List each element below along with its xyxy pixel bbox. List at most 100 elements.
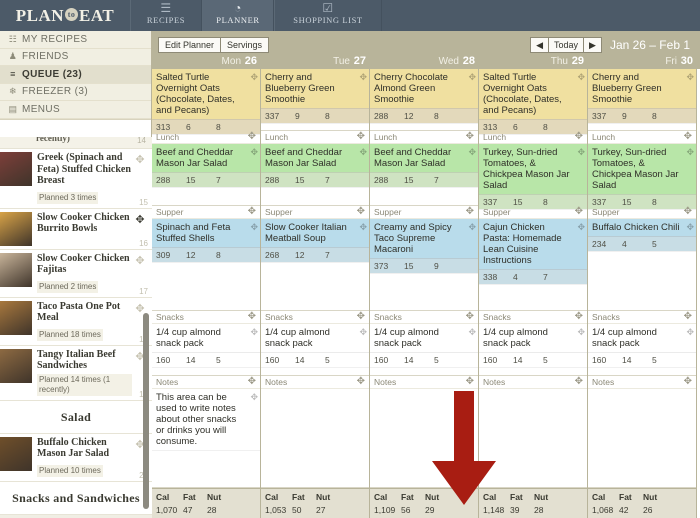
meal-slot-notes[interactable]: Notes ✥ [588, 376, 696, 488]
drag-handle-icon[interactable]: ✥ [250, 147, 258, 158]
drag-handle-icon[interactable]: ✥ [468, 222, 476, 233]
add-meal-icon[interactable]: ✥ [248, 312, 256, 322]
drag-handle-icon[interactable]: ✥ [686, 222, 694, 233]
add-meal-icon[interactable]: ✥ [575, 377, 583, 387]
meal-entry[interactable]: Cherry Chocolate Almond Green Smoothie ✥ 2… [370, 69, 478, 124]
sidebar-item-freezer[interactable]: ❄ FREEZER (3) [0, 84, 151, 101]
meal-entry[interactable]: 1/4 cup almond snack pack ✥ 160 14 5 [588, 324, 696, 368]
add-meal-icon[interactable]: ✥ [248, 132, 256, 142]
meal-slot-lunch[interactable]: Lunch ✥ Beef and Cheddar Mason Jar Salad ✥ 2… [261, 131, 369, 206]
add-meal-icon[interactable]: ✥ [466, 132, 474, 142]
add-meal-icon[interactable]: ✥ [466, 312, 474, 322]
add-meal-icon[interactable]: ✥ [357, 377, 365, 387]
list-item[interactable]: Greek (Spinach and Feta) Stuffed Chicken… [0, 149, 152, 209]
sidebar-item-friends[interactable]: ♟ FRIENDS [0, 49, 151, 66]
drag-handle-icon[interactable]: ✥ [686, 147, 694, 158]
meal-slot-lunch[interactable]: Lunch ✥ Turkey, Sun-dried Tomatoes, & Chic… [479, 131, 587, 210]
meal-slot-breakfast[interactable]: Cherry Chocolate Almond Green Smoothie ✥ 2… [370, 69, 478, 131]
meal-entry[interactable]: Buffalo Chicken Chili ✥ 234 4 5 [588, 219, 696, 252]
drag-handle-icon[interactable]: ✥ [359, 327, 367, 338]
meal-slot-supper[interactable]: Supper ✥ Slow Cooker Italian Meatball Soup… [261, 206, 369, 311]
add-meal-icon[interactable]: ✥ [466, 207, 474, 217]
drag-handle-icon[interactable]: ✥ [359, 147, 367, 158]
add-meal-icon[interactable]: ✥ [575, 132, 583, 142]
meal-slot-lunch[interactable]: Lunch ✥ Beef and Cheddar Mason Jar Salad ✥ 2… [370, 131, 478, 206]
add-meal-icon[interactable]: ✥ [575, 312, 583, 322]
meal-slot-supper[interactable]: Supper ✥ Spinach and Feta Stuffed Shells ✥ 3… [152, 206, 260, 311]
meal-slot-notes[interactable]: Notes ✥ [479, 376, 587, 488]
meal-slot-snacks[interactable]: Snacks ✥ 1/4 cup almond snack pack ✥ 160 14 5 [588, 311, 696, 376]
meal-slot-notes[interactable]: Notes ✥ This area can be used to write not… [152, 376, 260, 488]
tab-recipes[interactable]: ☰ RECIPES [130, 0, 202, 31]
drag-handle-icon[interactable]: ✥ [132, 152, 148, 166]
add-meal-icon[interactable]: ✥ [684, 132, 692, 142]
app-logo[interactable]: PLAN to EAT [0, 0, 130, 31]
meal-slot-snacks[interactable]: Snacks ✥ 1/4 cup almond snack pack ✥ 160 14 5 [261, 311, 369, 376]
servings-button[interactable]: Servings [221, 37, 270, 53]
edit-planner-button[interactable]: Edit Planner [158, 37, 222, 53]
drag-handle-icon[interactable]: ✥ [577, 72, 585, 83]
meal-entry[interactable]: Slow Cooker Italian Meatball Soup ✥ 268 12 7 [261, 219, 369, 263]
meal-entry[interactable]: Spinach and Feta Stuffed Shells ✥ 309 12 8 [152, 219, 260, 263]
drag-handle-icon[interactable]: ✥ [468, 327, 476, 338]
list-item-partial[interactable]: recently) 14 [0, 137, 152, 149]
drag-handle-icon[interactable]: ✥ [468, 72, 476, 83]
meal-slot-breakfast[interactable]: Cherry and Blueberry Green Smoothie ✥ 337 9… [261, 69, 369, 131]
meal-slot-snacks[interactable]: Snacks ✥ 1/4 cup almond snack pack ✥ 160 14 5 [370, 311, 478, 376]
meal-entry[interactable]: Beef and Cheddar Mason Jar Salad ✥ 288 15 7 [261, 144, 369, 188]
drag-handle-icon[interactable]: ✥ [250, 327, 258, 338]
add-meal-icon[interactable]: ✥ [248, 207, 256, 217]
meal-slot-breakfast[interactable]: Salted Turtle Overnight Oats (Chocolate,… [479, 69, 587, 135]
sidebar-recipe-list[interactable]: recently) 14 Greek (Spinach and Feta) Stuf… [0, 137, 152, 518]
sidebar-item-my-recipes[interactable]: ☷ MY RECIPES [0, 31, 151, 49]
sidebar-item-menus[interactable]: ▤ MENUS [0, 101, 151, 119]
meal-slot-supper[interactable]: Supper ✥ Buffalo Chicken Chili ✥ 234 4 5 [588, 206, 696, 311]
drag-handle-icon[interactable]: ✥ [132, 212, 148, 226]
list-item[interactable]: Buffalo Chicken Mason Jar Salad Planned 1… [0, 433, 152, 482]
meal-entry[interactable]: 1/4 cup almond snack pack ✥ 160 14 5 [152, 324, 260, 368]
meal-entry[interactable]: Salted Turtle Overnight Oats (Chocolate,… [479, 69, 587, 135]
meal-slot-breakfast[interactable]: Salted Turtle Overnight Oats (Chocolate,… [152, 69, 260, 135]
meal-entry[interactable]: Cajun Chicken Pasta: Homemade Lean Cuisi… [479, 219, 587, 285]
meal-entry[interactable]: Salted Turtle Overnight Oats (Chocolate,… [152, 69, 260, 135]
tab-shopping-list[interactable]: ☑ SHOPPING LIST [274, 0, 382, 31]
drag-handle-icon[interactable]: ✥ [132, 253, 148, 267]
drag-handle-icon[interactable]: ✥ [577, 222, 585, 233]
drag-handle-icon[interactable]: ✥ [686, 327, 694, 338]
prev-week-button[interactable]: ◀ [530, 37, 549, 53]
add-meal-icon[interactable]: ✥ [684, 312, 692, 322]
add-meal-icon[interactable]: ✥ [684, 207, 692, 217]
meal-entry[interactable]: Cherry and Blueberry Green Smoothie ✥ 337 9… [261, 69, 369, 124]
meal-slot-notes[interactable]: Notes ✥ [261, 376, 369, 488]
add-meal-icon[interactable]: ✥ [684, 377, 692, 387]
meal-entry[interactable]: Beef and Cheddar Mason Jar Salad ✥ 288 15 7 [152, 144, 260, 188]
drag-handle-icon[interactable]: ✥ [468, 147, 476, 158]
meal-entry[interactable]: 1/4 cup almond snack pack ✥ 160 14 5 [479, 324, 587, 368]
meal-entry[interactable]: Turkey, Sun-dried Tomatoes, & Chickpea M… [588, 144, 696, 210]
meal-slot-notes[interactable]: Notes ✥ [370, 376, 478, 488]
drag-handle-icon[interactable]: ✥ [577, 147, 585, 158]
list-item[interactable]: Tangy Italian Beef Sandwiches Planned 14 … [0, 345, 152, 401]
add-meal-icon[interactable]: ✥ [466, 377, 474, 387]
add-meal-icon[interactable]: ✥ [575, 207, 583, 217]
add-meal-icon[interactable]: ✥ [357, 132, 365, 142]
meal-entry[interactable]: Cherry and Blueberry Green Smoothie ✥ 337 9… [588, 69, 696, 124]
add-meal-icon[interactable]: ✥ [357, 207, 365, 217]
meal-entry[interactable]: Beef and Cheddar Mason Jar Salad ✥ 288 15 7 [370, 144, 478, 188]
today-button[interactable]: Today [548, 37, 585, 53]
add-meal-icon[interactable]: ✥ [357, 312, 365, 322]
meal-entry[interactable]: Turkey, Sun-dried Tomatoes, & Chickpea M… [479, 144, 587, 210]
meal-slot-breakfast[interactable]: Cherry and Blueberry Green Smoothie ✥ 337 9… [588, 69, 696, 131]
add-meal-icon[interactable]: ✥ [248, 377, 256, 387]
meal-slot-supper[interactable]: Supper ✥ Cajun Chicken Pasta: Homemade Lea… [479, 206, 587, 311]
meal-entry[interactable]: Creamy and Spicy Taco Supreme Macaroni ✥ 3… [370, 219, 478, 274]
list-item[interactable]: Slow Cooker Chicken Fajitas Planned 2 tim… [0, 249, 152, 298]
meal-slot-supper[interactable]: Supper ✥ Creamy and Spicy Taco Supreme Mac… [370, 206, 478, 311]
sidebar-scrollbar[interactable] [143, 313, 149, 509]
drag-handle-icon[interactable]: ✥ [250, 222, 258, 233]
meal-slot-lunch[interactable]: Lunch ✥ Turkey, Sun-dried Tomatoes, & Chic… [588, 131, 696, 210]
drag-handle-icon[interactable]: ✥ [359, 222, 367, 233]
drag-handle-icon[interactable]: ✥ [577, 327, 585, 338]
tab-planner[interactable]: ◔ PLANNER [202, 0, 274, 31]
list-item[interactable]: Taco Pasta One Pot Meal Planned 18 times ✥… [0, 297, 152, 346]
